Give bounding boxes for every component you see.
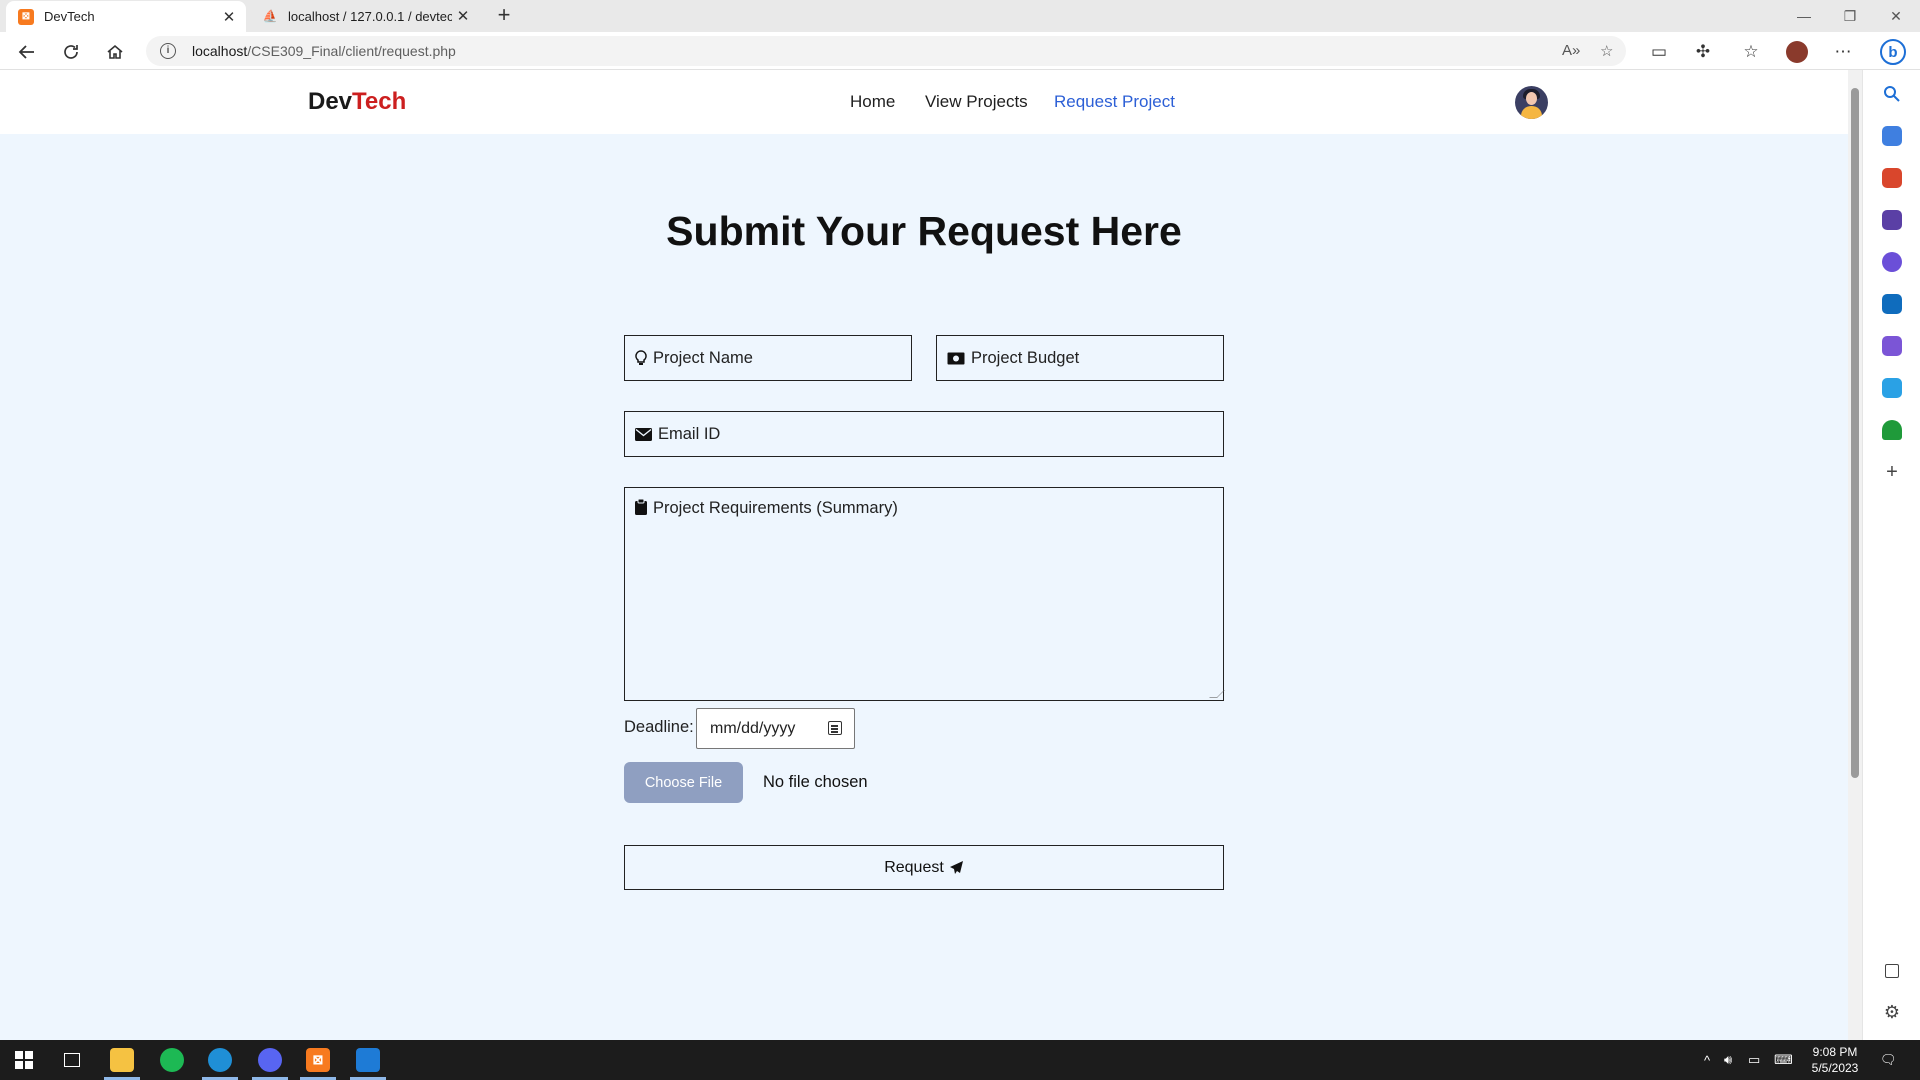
requirements-placeholder: Project Requirements (Summary) [653,499,898,517]
nav-home-link[interactable]: Home [850,92,895,112]
minimize-icon[interactable]: — [1781,0,1827,32]
edge-sidebar: + ⚙ [1862,70,1920,1040]
submit-label: Request [884,858,944,876]
tray-chevron-icon[interactable]: ^ [1704,1040,1710,1080]
clock-date: 5/5/2023 [1811,1061,1859,1075]
split-screen-icon[interactable]: ▭ [1646,39,1672,65]
page-content: DevTech Home View Projects Request Proje… [0,70,1848,1040]
project-budget-placeholder: Project Budget [971,348,1080,367]
xampp-taskbar-icon[interactable]: ⊠ [294,1040,342,1080]
send-icon[interactable] [1882,378,1902,398]
paper-plane-icon [949,860,964,875]
windows-start-icon[interactable] [0,1040,48,1080]
browser-tab-strip: ⊠ DevTech ✕ ⛵ localhost / 127.0.0.1 / de… [0,0,1920,32]
project-budget-input[interactable]: Project Budget [936,335,1224,381]
file-explorer-icon[interactable] [98,1040,146,1080]
site-logo[interactable]: DevTech [308,88,406,116]
home-icon[interactable] [102,39,128,65]
add-favorite-icon[interactable]: ☆ [1600,42,1613,60]
user-avatar[interactable] [1515,86,1548,119]
network-icon[interactable]: ▭ [1748,1040,1760,1080]
browser-toolbar: i localhost/CSE309_Final/client/request.… [0,32,1920,70]
requirements-textarea[interactable]: Project Requirements (Summary) [624,487,1225,701]
task-view-icon[interactable] [48,1040,96,1080]
tab-title: localhost / 127.0.0.1 / devtech / | [288,8,452,24]
clipboard-icon [635,499,647,515]
close-tab-icon[interactable]: ✕ [452,7,474,25]
profile-icon[interactable] [1784,39,1810,65]
site-info-icon[interactable]: i [160,43,176,59]
xampp-icon: ⊠ [18,8,34,25]
games-icon[interactable] [1882,210,1902,230]
envelope-icon [635,427,652,441]
bing-chat-icon[interactable]: b [1880,39,1906,65]
deadline-label: Deadline: [624,718,694,736]
sidebar-toggle-icon[interactable] [1885,964,1899,978]
choose-file-button[interactable]: Choose File [624,762,743,803]
nav-view-projects-link[interactable]: View Projects [925,92,1028,112]
outlook-icon[interactable] [1882,294,1902,314]
add-sidebar-icon[interactable]: + [1882,462,1902,482]
microsoft-365-icon[interactable] [1882,252,1902,272]
tools-icon[interactable] [1882,168,1902,188]
close-tab-icon[interactable]: ✕ [218,8,240,26]
tab-devtech[interactable]: ⊠ DevTech ✕ [6,1,246,32]
nav-request-project-link[interactable]: Request Project [1054,92,1175,112]
volume-icon[interactable]: 🔊︎ [1724,1040,1732,1080]
settings-icon[interactable]: ⚙ [1882,1002,1902,1022]
site-navbar: DevTech Home View Projects Request Proje… [0,70,1848,134]
restore-icon[interactable]: ❐ [1827,0,1873,32]
page-scrollbar[interactable] [1848,70,1862,1040]
scrollbar-thumb[interactable] [1851,88,1859,778]
request-submit-button[interactable]: Request [624,845,1224,890]
deadline-date-input[interactable]: mm/dd/yyyy [696,708,855,749]
tree-icon[interactable] [1882,420,1902,440]
vscode-icon[interactable] [344,1040,392,1080]
lightbulb-icon [635,350,647,366]
address-bar[interactable]: i localhost/CSE309_Final/client/request.… [146,36,1626,66]
project-name-input[interactable]: Project Name [624,335,912,381]
resize-handle[interactable] [1209,690,1225,698]
spotify-icon[interactable] [148,1040,196,1080]
email-placeholder: Email ID [658,424,721,443]
more-options-icon[interactable]: ⋯ [1830,39,1856,65]
tab-phpmyadmin[interactable]: ⛵ localhost / 127.0.0.1 / devtech / | ✕ [250,0,480,32]
email-input[interactable]: Email ID [624,411,1224,457]
favorites-icon[interactable]: ☆ [1738,39,1764,65]
phpmyadmin-icon: ⛵ [262,9,278,23]
page-title: Submit Your Request Here [666,208,1182,254]
project-name-placeholder: Project Name [653,348,753,367]
calendar-icon[interactable] [828,721,842,735]
notifications-icon[interactable]: 🗨 [1880,1040,1897,1080]
edge-icon[interactable] [196,1040,244,1080]
taskbar-clock[interactable]: 9:08 PM 5/5/2023 [1800,1044,1870,1076]
discord-icon[interactable] [246,1040,294,1080]
shopping-tag-icon[interactable] [1882,126,1902,146]
clock-time: 9:08 PM [1812,1045,1858,1059]
window-close-icon[interactable]: ✕ [1873,0,1919,32]
url-text: localhost/CSE309_Final/client/request.ph… [192,43,456,59]
extensions-icon[interactable]: ✣ [1690,39,1716,65]
read-aloud-icon[interactable]: A» [1562,42,1580,59]
money-bill-icon [947,352,965,365]
tab-title: DevTech [44,9,95,24]
refresh-icon[interactable] [58,39,84,65]
back-icon[interactable] [14,39,40,65]
designer-icon[interactable] [1882,336,1902,356]
date-placeholder: mm/dd/yyyy [710,719,796,737]
keyboard-icon[interactable]: ⌨ [1774,1040,1793,1080]
search-icon[interactable] [1882,84,1902,104]
new-tab-button[interactable]: + [492,4,516,28]
windows-taskbar: ⊠ ^ 🔊︎ ▭ ⌨ 9:08 PM 5/5/2023 🗨 [0,1040,1920,1080]
file-status-text: No file chosen [763,773,868,791]
